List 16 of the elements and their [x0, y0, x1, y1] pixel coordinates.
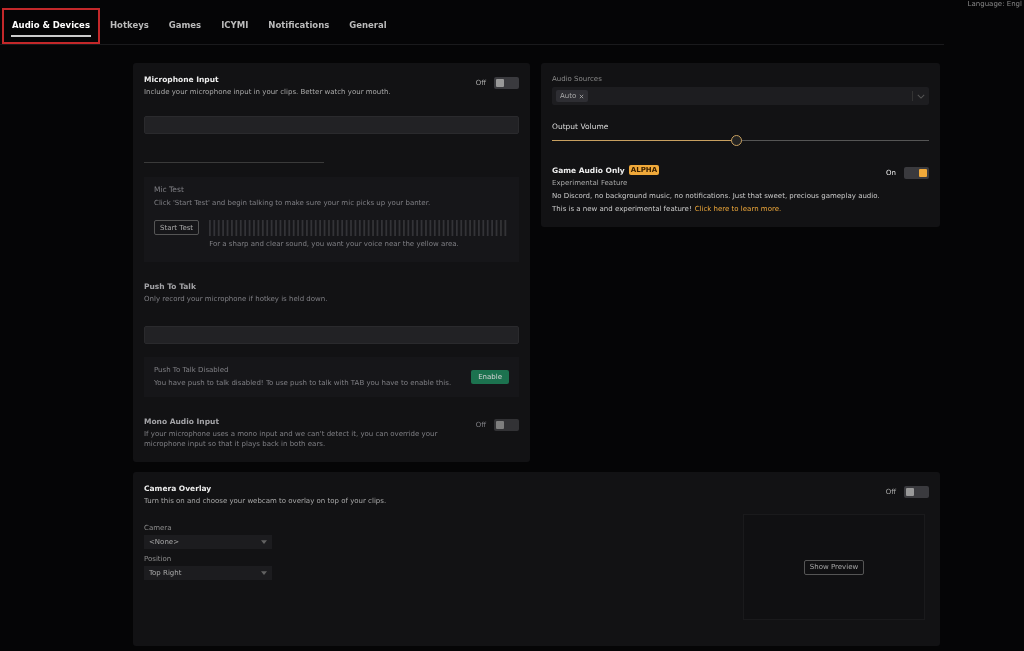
toggle-switch[interactable] — [904, 167, 929, 179]
remove-icon[interactable] — [579, 93, 585, 99]
tab[interactable]: ICYMI — [211, 8, 259, 44]
tab[interactable]: Audio & Devices — [2, 8, 100, 44]
caret-icon — [261, 540, 267, 544]
slider-thumb[interactable] — [730, 135, 742, 146]
toggle-switch[interactable] — [904, 485, 929, 498]
tab[interactable]: Hotkeys — [99, 8, 159, 44]
volume-slider[interactable] — [552, 135, 929, 147]
chevron-down-icon — [917, 93, 925, 99]
toggle-switch[interactable] — [494, 418, 519, 431]
tab[interactable]: Games — [158, 8, 212, 44]
caret-icon — [261, 571, 267, 575]
toggle-switch[interactable] — [494, 77, 519, 89]
tab[interactable]: General — [339, 8, 397, 44]
tab[interactable]: Notifications — [258, 8, 340, 44]
